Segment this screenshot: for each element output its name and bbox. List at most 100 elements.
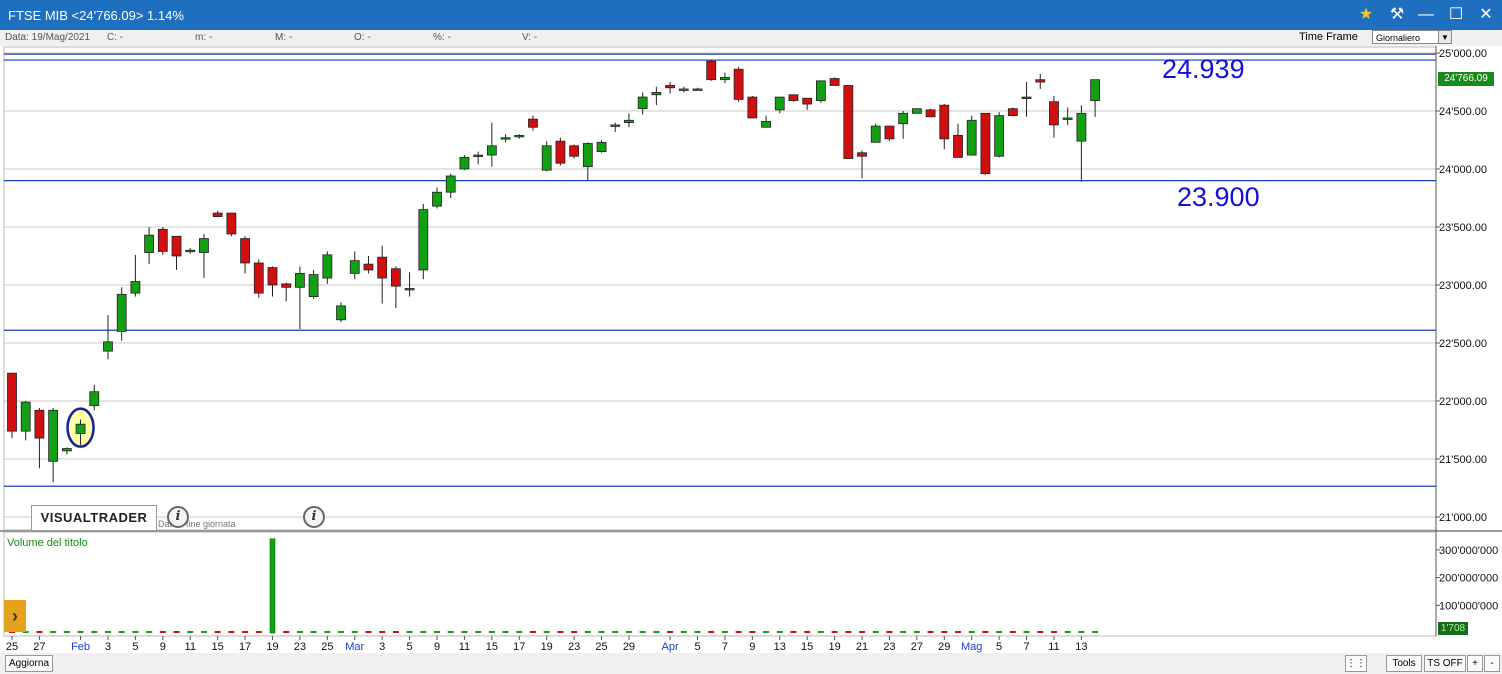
volume-bar <box>1023 631 1030 633</box>
x-tick-label: 29 <box>623 641 635 653</box>
volume-bar <box>461 631 468 633</box>
price-chart[interactable]: 25'000.00 24'500.00 24'000.00 23'500.00 23'0… <box>0 46 1502 653</box>
last-price-tag: 24'766.09 <box>1438 72 1494 86</box>
volume-bar <box>132 631 139 633</box>
candle-body <box>116 293 127 332</box>
volume-bar <box>1092 631 1099 633</box>
x-tick-label: 19 <box>541 641 553 653</box>
candle-body <box>706 60 717 81</box>
x-tick-label: 5 <box>996 641 1002 653</box>
candle-body <box>212 212 223 217</box>
candle-body <box>199 238 209 253</box>
x-tick-label: 3 <box>379 641 385 653</box>
maximize-button[interactable]: ☐ <box>1443 4 1469 26</box>
candle-body <box>528 118 538 128</box>
volume-bar <box>1037 631 1044 633</box>
candle-body <box>185 249 196 253</box>
candle-body <box>336 305 346 321</box>
close-button[interactable]: ✕ <box>1473 4 1499 26</box>
volume-bar <box>900 631 907 633</box>
volume-y-tick-label: 100'000'000 <box>1439 600 1498 612</box>
candle-body <box>802 97 813 105</box>
volume-bar <box>324 631 331 633</box>
volume-bar <box>475 631 482 633</box>
visualtrader-logo: VISUALTRADER <box>31 505 157 531</box>
candle-body <box>157 228 168 252</box>
candle-body <box>788 94 799 101</box>
x-tick-label: 7 <box>1023 641 1029 653</box>
candle-body <box>610 124 621 127</box>
volume-bar <box>228 631 235 633</box>
candle-body <box>898 112 909 125</box>
scrollbar-thumb[interactable]: ⋮⋮ <box>1345 655 1367 672</box>
candle-body <box>980 112 991 175</box>
candle-body <box>692 88 703 91</box>
volume-bar <box>804 631 811 633</box>
candle-body <box>624 119 634 123</box>
candle-body <box>390 268 401 287</box>
volume-bar <box>50 631 57 633</box>
volume-bar <box>146 631 153 633</box>
candle-body <box>404 288 415 291</box>
volume-bar <box>749 631 756 633</box>
candle-body <box>582 143 593 168</box>
candle-body <box>1021 96 1032 99</box>
bottom-toolbar: Aggiorna ⋮⋮ Tools TS OFF + - <box>0 653 1502 674</box>
volume-bar <box>776 631 783 633</box>
volume-bar <box>653 631 660 633</box>
candle-body <box>281 283 292 288</box>
volume-bar <box>859 631 866 633</box>
volume-bar <box>982 631 989 633</box>
candle-body <box>761 121 771 128</box>
minimize-button[interactable]: — <box>1413 4 1439 26</box>
candle-body <box>500 137 511 140</box>
candle-body <box>130 281 141 294</box>
candle-body <box>34 409 45 439</box>
volume-bar <box>447 631 454 633</box>
candle-body <box>377 256 388 279</box>
volume-plot-frame <box>3 531 1437 637</box>
candle-body <box>7 372 17 432</box>
info-icon-2[interactable]: i <box>303 506 325 528</box>
candle-body <box>678 88 689 91</box>
candle-body <box>144 234 155 253</box>
x-tick-label: 27 <box>911 641 923 653</box>
candle-body <box>884 125 895 140</box>
x-tick-label: 11 <box>1048 641 1059 653</box>
zoom-out-button[interactable]: - <box>1484 655 1500 672</box>
candle-body <box>925 109 936 118</box>
volume-bar <box>118 631 125 633</box>
volume-bar <box>598 631 605 633</box>
volume-bar <box>1050 631 1057 633</box>
info-icon[interactable]: i <box>167 506 189 528</box>
y-tick-label: 21'500.00 <box>1439 454 1487 466</box>
volume-bar <box>365 631 372 633</box>
volume-y-tick-label: 300'000'000 <box>1439 545 1498 557</box>
refresh-button[interactable]: Aggiorna <box>5 655 53 672</box>
volume-readout: V: - <box>522 32 538 43</box>
zoom-in-button[interactable]: + <box>1467 655 1483 672</box>
volume-bar <box>379 631 386 633</box>
volume-bar <box>283 631 290 633</box>
favorite-star-icon[interactable]: ★ <box>1353 4 1379 26</box>
x-tick-label: 11 <box>185 641 196 653</box>
candle-body <box>473 154 484 157</box>
x-tick-label: 15 <box>212 641 224 653</box>
volume-bar <box>996 631 1003 633</box>
x-tick-label: 5 <box>132 641 138 653</box>
candle-body <box>1062 117 1073 120</box>
x-tick-label: 13 <box>774 641 786 653</box>
tools-button[interactable]: Tools <box>1386 655 1422 672</box>
ts-toggle-button[interactable]: TS OFF <box>1424 655 1466 672</box>
expand-panel-button[interactable]: › <box>4 600 26 632</box>
tools-hammer-icon[interactable]: ⚒ <box>1384 4 1410 26</box>
candle-body <box>953 134 963 158</box>
y-tick-label: 25'000.00 <box>1439 48 1487 60</box>
volume-bar <box>721 631 728 633</box>
chevron-down-icon[interactable]: ▼ <box>1438 30 1452 44</box>
y-tick-label: 22'000.00 <box>1439 396 1487 408</box>
x-tick-label: 23 <box>294 641 306 653</box>
volume-bar <box>269 538 276 634</box>
candle-body <box>1090 79 1100 101</box>
x-tick-label: 19 <box>266 641 278 653</box>
